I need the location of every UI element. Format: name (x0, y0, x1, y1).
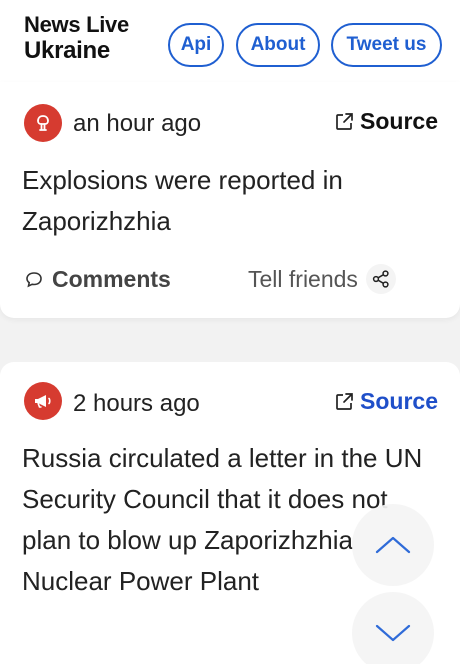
source-link[interactable]: Source (334, 388, 438, 415)
post-time: an hour ago (73, 110, 202, 137)
news-card: an hour ago Source Explosions were repor… (0, 82, 460, 318)
scroll-up-button[interactable] (352, 504, 434, 586)
share-button[interactable]: Tell friends (248, 264, 396, 294)
source-link[interactable]: Source (334, 108, 438, 135)
share-icon (365, 264, 396, 294)
site-logo[interactable]: News Live Ukraine (24, 12, 129, 64)
tweet-us-button[interactable]: Tweet us (331, 23, 442, 67)
logo-line-1: News Live (24, 12, 129, 37)
post-time: 2 hours ago (73, 390, 200, 417)
external-link-icon (336, 392, 353, 410)
source-label: Source (360, 388, 438, 414)
chevron-up-icon (375, 536, 411, 554)
about-button[interactable]: About (236, 23, 320, 67)
external-link-icon (336, 112, 353, 130)
megaphone-icon (24, 382, 62, 420)
logo-line-2: Ukraine (24, 37, 110, 64)
comment-icon (26, 271, 42, 287)
comments-button[interactable]: Comments (24, 266, 171, 293)
post-text: Explosions were reported in Zaporizhzhia (22, 165, 343, 236)
explosion-icon (24, 104, 62, 142)
scroll-down-button[interactable] (352, 592, 434, 664)
comments-label: Comments (52, 266, 171, 292)
chevron-down-icon (375, 624, 411, 642)
share-label: Tell friends (248, 265, 358, 292)
api-button[interactable]: Api (168, 23, 224, 67)
top-header: News Live Ukraine Api About Tweet us (0, 0, 460, 82)
source-label: Source (360, 108, 438, 134)
